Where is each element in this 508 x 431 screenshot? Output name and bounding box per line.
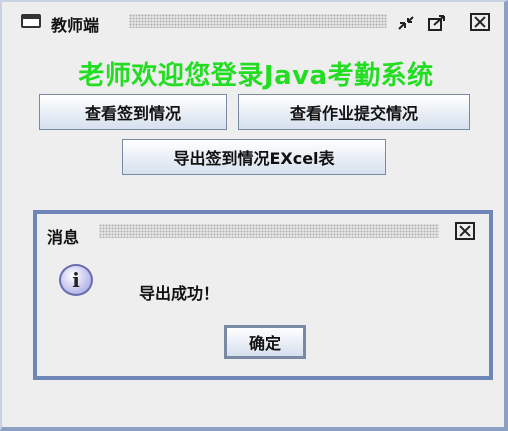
maximize-icon[interactable] xyxy=(427,14,447,32)
dialog-close-icon[interactable] xyxy=(455,222,475,240)
view-checkin-button[interactable]: 查看签到情况 xyxy=(39,94,227,130)
window-app-icon xyxy=(21,14,41,28)
export-excel-button[interactable]: 导出签到情况EXcel表 xyxy=(122,139,386,175)
welcome-heading: 老师欢迎您登录Java考勤系统 xyxy=(78,61,434,91)
teacher-window: 教师端 老师欢迎您登录Java考勤系统 查看签到情况 查看作业提交情况 导出签到… xyxy=(0,0,508,431)
dialog-title: 消息 xyxy=(47,228,80,247)
window-titlebar[interactable]: 教师端 xyxy=(2,2,504,35)
titlebar-grip xyxy=(129,14,387,28)
info-icon: i xyxy=(59,264,93,296)
dialog-titlebar-grip xyxy=(99,224,439,238)
window-title: 教师端 xyxy=(51,16,100,35)
minimize-icon[interactable] xyxy=(396,14,416,32)
ok-button[interactable]: 确定 xyxy=(224,325,306,359)
message-dialog: 消息 i 导出成功！ 确定 xyxy=(33,210,493,380)
close-icon[interactable] xyxy=(470,13,490,31)
dialog-message: 导出成功！ xyxy=(139,284,220,303)
dialog-titlebar[interactable]: 消息 xyxy=(37,214,489,247)
view-homework-button[interactable]: 查看作业提交情况 xyxy=(238,94,470,130)
